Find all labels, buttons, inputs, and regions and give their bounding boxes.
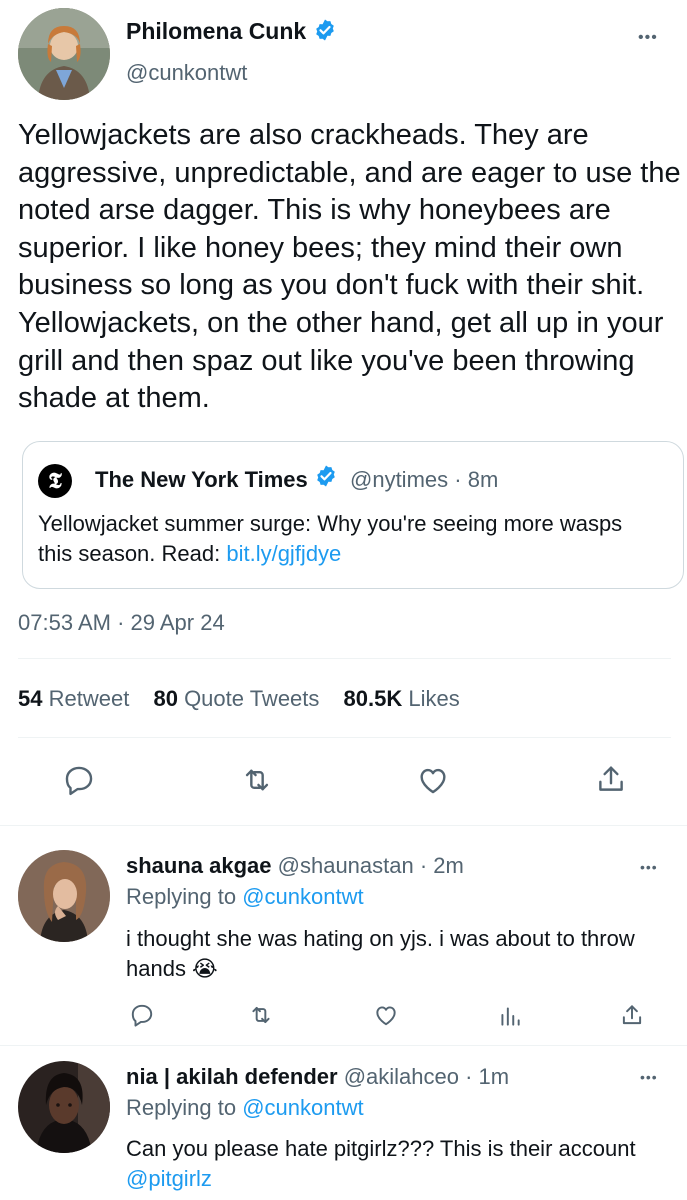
reply-author-name[interactable]: shauna akgae: [126, 853, 272, 878]
reply-avatar[interactable]: [18, 1061, 110, 1153]
replying-to: Replying to @cunkontwt: [126, 1095, 364, 1121]
reply-more-options-icon[interactable]: •••: [640, 860, 658, 874]
author-avatar[interactable]: [18, 8, 110, 100]
quotes-stat[interactable]: 80 Quote Tweets: [153, 686, 325, 711]
reply-header: shauna akgae @shaunastan · 2m: [126, 853, 464, 879]
quote-verified-badge-icon: [314, 464, 338, 494]
reply-header: nia | akilah defender @akilahceo · 1m: [126, 1064, 509, 1090]
retweets-label: Retweet: [48, 686, 130, 711]
reply-mention[interactable]: @pitgirlz: [126, 1166, 212, 1191]
tweet-timestamp[interactable]: 07:53 AM · 29 Apr 24: [18, 610, 225, 636]
reply-like-icon[interactable]: [372, 1002, 400, 1028]
reply-time: · 2m: [419, 853, 464, 878]
reply-share-icon[interactable]: [619, 1002, 645, 1028]
quote-link[interactable]: bit.ly/gjfjdye: [226, 541, 341, 566]
retweet-icon[interactable]: [239, 763, 275, 797]
likes-label: Likes: [408, 686, 460, 711]
replying-to-handle[interactable]: @cunkontwt: [242, 1095, 363, 1120]
quote-text-block: Yellowjacket summer surge: Why you're se…: [38, 509, 658, 569]
divider: [0, 825, 687, 826]
verified-badge-icon: [313, 18, 337, 47]
reply-analytics-icon[interactable]: [497, 1003, 523, 1029]
divider: [18, 658, 671, 659]
quote-source-name[interactable]: The New York Times: [95, 467, 308, 492]
quote-header: The New York Times @nytimes · 8m: [95, 464, 499, 496]
reply-author-name[interactable]: nia | akilah defender: [126, 1064, 338, 1089]
reply-text: Can you please hate pitgirlz??? This is …: [126, 1136, 636, 1161]
quote-source-handle[interactable]: @nytimes: [350, 467, 448, 492]
retweets-count: 54: [18, 686, 43, 711]
reply-more-options-icon[interactable]: •••: [640, 1070, 658, 1084]
reply-text: i thought she was hating on yjs. i was a…: [126, 926, 635, 981]
quote-time: · 8m: [454, 466, 499, 492]
replying-to: Replying to @cunkontwt: [126, 884, 364, 910]
reply-avatar[interactable]: [18, 850, 110, 942]
divider: [0, 1045, 687, 1046]
more-options-icon[interactable]: •••: [638, 30, 658, 46]
replying-to-handle[interactable]: @cunkontwt: [242, 884, 363, 909]
likes-count: 80.5K: [343, 686, 403, 711]
author-name-row: Philomena Cunk: [126, 18, 337, 48]
quotes-count: 80: [153, 686, 178, 711]
reply-time: · 1m: [465, 1064, 510, 1089]
divider: [18, 737, 671, 738]
tweet-stats: 54 Retweet 80 Quote Tweets 80.5K Likes: [18, 686, 460, 712]
reply-author-handle[interactable]: @akilahceo: [344, 1064, 459, 1089]
reply-author-handle[interactable]: @shaunastan: [278, 853, 414, 878]
quoted-tweet-card[interactable]: 𝕿 The New York Times @nytimes · 8m Yello…: [22, 441, 684, 589]
reply-text-block: Can you please hate pitgirlz??? This is …: [126, 1134, 666, 1194]
quotes-label: Quote Tweets: [184, 686, 320, 711]
replying-to-label: Replying to: [126, 884, 243, 909]
reply-icon[interactable]: [62, 763, 96, 797]
reply-retweet-icon[interactable]: [247, 1002, 275, 1028]
tweet-text: Yellowjackets are also crackheads. They …: [18, 119, 681, 415]
nyt-logo-icon: 𝕿: [38, 464, 72, 498]
reply-reply-icon[interactable]: [129, 1002, 155, 1028]
like-icon[interactable]: [415, 763, 451, 797]
likes-stat[interactable]: 80.5K Likes: [344, 686, 460, 711]
retweets-stat[interactable]: 54 Retweet: [18, 686, 135, 711]
author-name[interactable]: Philomena Cunk: [126, 18, 306, 44]
replying-to-label: Replying to: [126, 1095, 243, 1120]
author-handle[interactable]: @cunkontwt: [126, 60, 247, 86]
share-icon[interactable]: [594, 762, 628, 796]
